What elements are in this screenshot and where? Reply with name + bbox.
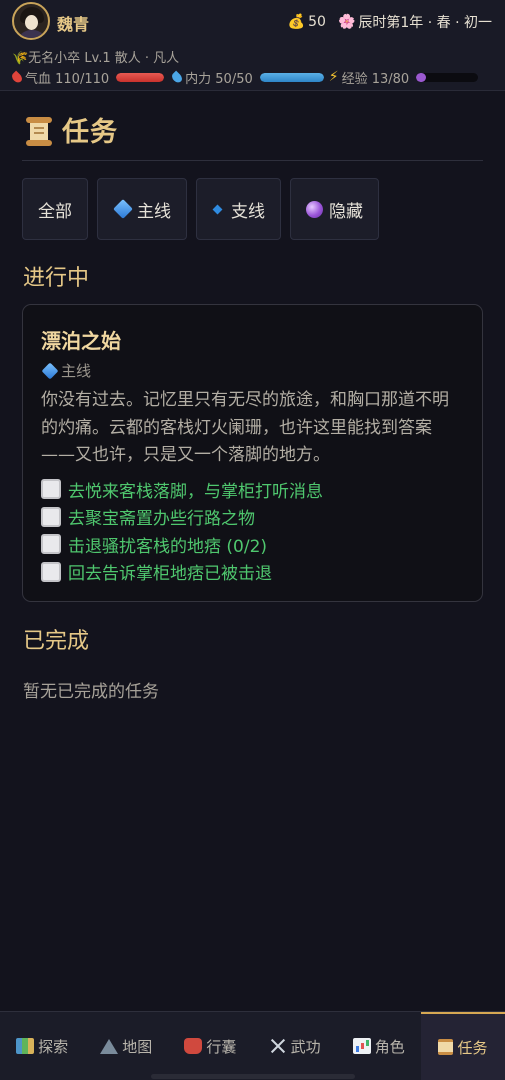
nav-explore-label: 探索 (38, 1037, 69, 1056)
scroll-icon (438, 1039, 454, 1055)
completed-empty-text: 暂无已完成的任务 (23, 682, 159, 702)
lightning-icon: ⚡ (328, 69, 339, 85)
small-blue-diamond-icon (212, 204, 223, 214)
mp-bar (259, 72, 324, 82)
nav-map[interactable]: 地图 (84, 1012, 168, 1080)
status-header: 魏青 💰 50 🌸 辰时第1年 · 春 · 初一 🌾无名小卒 Lv.1 散人 ·… (0, 0, 505, 91)
nav-quests-label: 任务 (457, 1038, 488, 1057)
map-icon (16, 1038, 35, 1054)
water-drop-icon (170, 70, 185, 84)
avatar-robe (17, 30, 47, 38)
unchecked-box-icon (41, 561, 61, 582)
blue-diamond-icon (113, 199, 133, 219)
player-rank: 🌾无名小卒 Lv.1 散人 · 凡人 (12, 51, 180, 66)
mp-label: 内力 50/50 (185, 71, 253, 87)
quest-card[interactable]: 漂泊之始 主线 你没有过去。记忆里只有无尽的旅途，和胸口那道不明的灼痛。云都的客… (22, 304, 483, 602)
avatar[interactable] (12, 2, 50, 40)
blood-drop-icon (10, 70, 24, 84)
quest-type-tag: 主线 (41, 360, 464, 381)
stats-row: 气血 110/110 内力 50/50 ⚡ 经验 13/80 (10, 68, 497, 87)
page-title-text: 任务 (62, 117, 118, 148)
xp-bar (416, 72, 479, 82)
mp-bar-fill (259, 72, 324, 82)
home-indicator (151, 1074, 355, 1079)
filter-all-label: 全部 (38, 201, 72, 222)
game-date: 辰时第1年 · 春 · 初一 (358, 15, 492, 31)
filter-hidden-button[interactable]: 隐藏 (290, 178, 379, 240)
scroll-icon (24, 115, 54, 146)
currency-bar: 💰 50 🌸 辰时第1年 · 春 · 初一 (288, 12, 492, 32)
completed-heading: 已完成 (23, 629, 90, 654)
bar-chart-icon (352, 1038, 371, 1054)
blossom-icon: 🌸 (337, 14, 356, 30)
mountain-icon (100, 1038, 119, 1054)
quest-type-label: 主线 (61, 362, 92, 380)
hp-stat: 气血 110/110 (10, 68, 165, 87)
money-amount: 50 (308, 14, 326, 30)
objective-item: 击退骚扰客栈的地痞 (0/2) (41, 531, 464, 559)
avatar-face (25, 15, 38, 30)
money-bag-icon: 💰 (287, 14, 306, 30)
nav-map-label: 地图 (122, 1037, 153, 1056)
filter-all-button[interactable]: 全部 (22, 178, 88, 240)
quest-name: 漂泊之始 (41, 329, 121, 353)
nav-martial-arts-label: 武功 (290, 1037, 321, 1056)
bottom-nav: 探索 地图 行囊 武功 角色 任务 (0, 1011, 505, 1080)
unchecked-box-icon (41, 534, 61, 555)
nav-explore[interactable]: 探索 (0, 1012, 84, 1080)
objective-text: 去聚宝斋置办些行路之物 (68, 509, 255, 530)
title-divider (22, 160, 483, 161)
filter-main-button[interactable]: 主线 (97, 178, 187, 240)
quest-description: 你没有过去。记忆里只有无尽的旅途，和胸口那道不明的灼痛。云都的客栈灯火阑珊，也许… (41, 390, 449, 465)
hp-bar-fill (116, 72, 165, 82)
nav-character-label: 角色 (374, 1037, 405, 1056)
player-name: 魏青 (57, 15, 90, 34)
nav-quests[interactable]: 任务 (420, 1012, 505, 1080)
filter-hidden-label: 隐藏 (329, 201, 363, 222)
objective-text: 去悦来客栈落脚，与掌柜打听消息 (68, 481, 323, 502)
page-title: 任务 (24, 110, 118, 149)
quest-filter-bar: 全部 主线 支线 隐藏 (22, 178, 379, 240)
filter-main-label: 主线 (137, 201, 171, 222)
blue-diamond-icon (41, 362, 59, 379)
unchecked-box-icon (41, 506, 61, 527)
objective-item: 回去告诉掌柜地痞已被击退 (41, 558, 464, 586)
mp-stat: 内力 50/50 (170, 68, 324, 87)
backpack-icon (184, 1038, 203, 1054)
hp-bar (116, 72, 165, 82)
filter-side-button[interactable]: 支线 (196, 178, 281, 240)
xp-label: 经验 13/80 (341, 71, 410, 87)
crossed-swords-icon (269, 1038, 287, 1054)
xp-bar-fill (416, 72, 427, 82)
crystal-ball-icon (306, 200, 323, 218)
objective-item: 去聚宝斋置办些行路之物 (41, 503, 464, 531)
nav-inventory-label: 行囊 (206, 1037, 237, 1056)
nav-character[interactable]: 角色 (337, 1012, 421, 1080)
nav-martial-arts[interactable]: 武功 (253, 1012, 337, 1080)
filter-side-label: 支线 (231, 201, 265, 222)
xp-stat: ⚡ 经验 13/80 (328, 68, 479, 87)
in-progress-heading: 进行中 (23, 266, 90, 291)
quest-objectives: 去悦来客栈落脚，与掌柜打听消息 去聚宝斋置办些行路之物 击退骚扰客栈的地痞 (0… (41, 476, 464, 586)
objective-text: 回去告诉掌柜地痞已被击退 (68, 564, 272, 585)
objective-item: 去悦来客栈落脚，与掌柜打听消息 (41, 476, 464, 504)
unchecked-box-icon (41, 479, 61, 500)
objective-text: 击退骚扰客栈的地痞 (0/2) (68, 536, 268, 557)
nav-inventory[interactable]: 行囊 (168, 1012, 252, 1080)
hp-label: 气血 110/110 (25, 71, 110, 87)
